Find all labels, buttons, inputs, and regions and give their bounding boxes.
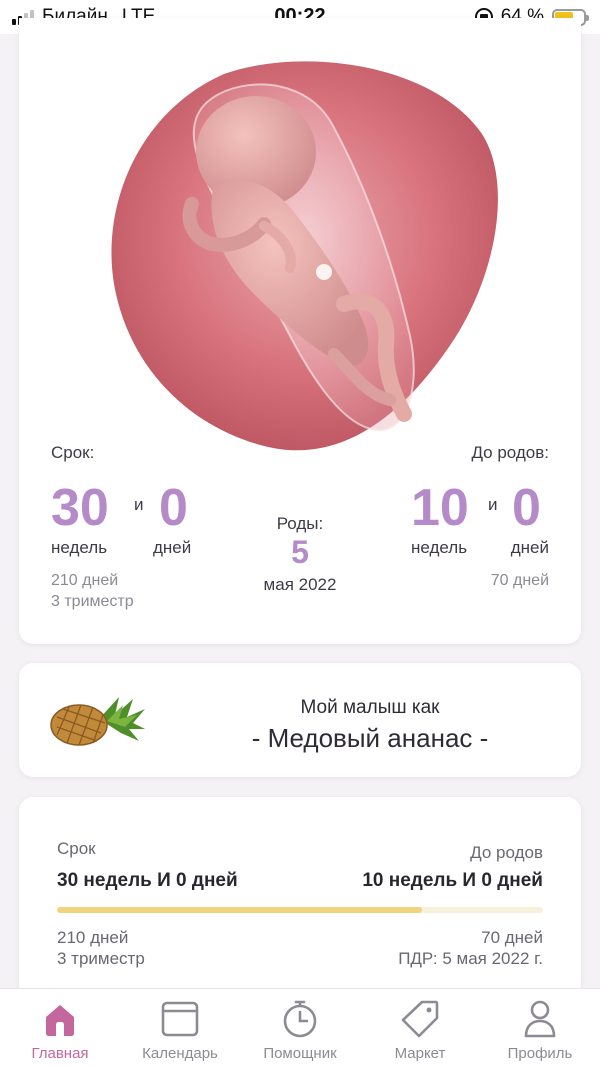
calendar-icon [161, 1001, 199, 1037]
tab-calendar-label: Календарь [142, 1045, 218, 1062]
remain-conjunction: и [488, 495, 498, 514]
progress-remain-value: 10 недель И 0 дней [362, 870, 543, 891]
baby-size-fruit-name: - Медовый ананас - [251, 723, 489, 753]
term-trimester: 3 триместр [51, 593, 134, 610]
progress-left-days: 210 дней [57, 928, 129, 947]
progress-remain-label: До родов [470, 843, 543, 862]
pregnancy-progress-fill [57, 907, 422, 913]
tab-profile-label: Профиль [507, 1045, 573, 1062]
baby-size-card[interactable]: Мой малыш как - Медовый ананас - [19, 663, 581, 777]
remain-weeks-value: 10 [411, 479, 469, 537]
remain-label: До родов: [471, 443, 549, 462]
progress-right-days: 70 дней [481, 928, 543, 947]
home-icon [46, 1005, 74, 1036]
fetus-illustration [104, 54, 500, 452]
term-days-value: 0 [159, 479, 188, 537]
birth-day: 5 [291, 534, 309, 570]
tab-assistant-label: Помощник [263, 1045, 337, 1062]
term-conjunction: и [134, 495, 144, 514]
tab-market[interactable]: Маркет [360, 989, 480, 1066]
term-weeks-value: 30 [51, 479, 109, 537]
stopwatch-icon [283, 1000, 317, 1038]
remain-days-value: 0 [512, 479, 541, 537]
remain-total-days: 70 дней [490, 572, 549, 589]
profile-icon [524, 1000, 556, 1038]
tag-icon [401, 1000, 439, 1038]
birth-label: Роды: [276, 514, 324, 533]
progress-term-label: Срок [57, 839, 96, 858]
progress-term-value: 30 недель И 0 дней [57, 870, 238, 891]
term-label: Срок: [51, 443, 95, 462]
progress-left-trimester: 3 триместр [57, 949, 145, 968]
tab-assistant[interactable]: Помощник [240, 989, 360, 1066]
pineapple-image [49, 691, 147, 751]
pregnancy-progress-bar [57, 907, 543, 913]
bottom-tab-bar: Главная Календарь Помощник Маркет Профил… [0, 988, 600, 1066]
tab-market-label: Маркет [394, 1045, 446, 1062]
baby-size-caption: Мой малыш как [300, 697, 440, 718]
tab-home[interactable]: Главная [0, 989, 120, 1066]
pregnancy-summary-card[interactable]: Срок: 30 и 0 недель дней 210 дней 3 трим… [19, 18, 581, 644]
remain-weeks-unit: недель [411, 538, 468, 557]
term-weeks-unit: недель [51, 538, 108, 557]
tab-calendar[interactable]: Календарь [120, 989, 240, 1066]
birth-month-year: мая 2022 [263, 575, 337, 594]
term-total-days: 210 дней [51, 572, 119, 589]
progress-due-date: ПДР: 5 мая 2022 г. [398, 949, 543, 968]
tab-home-label: Главная [31, 1045, 89, 1062]
tab-profile[interactable]: Профиль [480, 989, 600, 1066]
remain-days-unit: дней [510, 538, 549, 557]
term-days-unit: дней [153, 538, 192, 557]
